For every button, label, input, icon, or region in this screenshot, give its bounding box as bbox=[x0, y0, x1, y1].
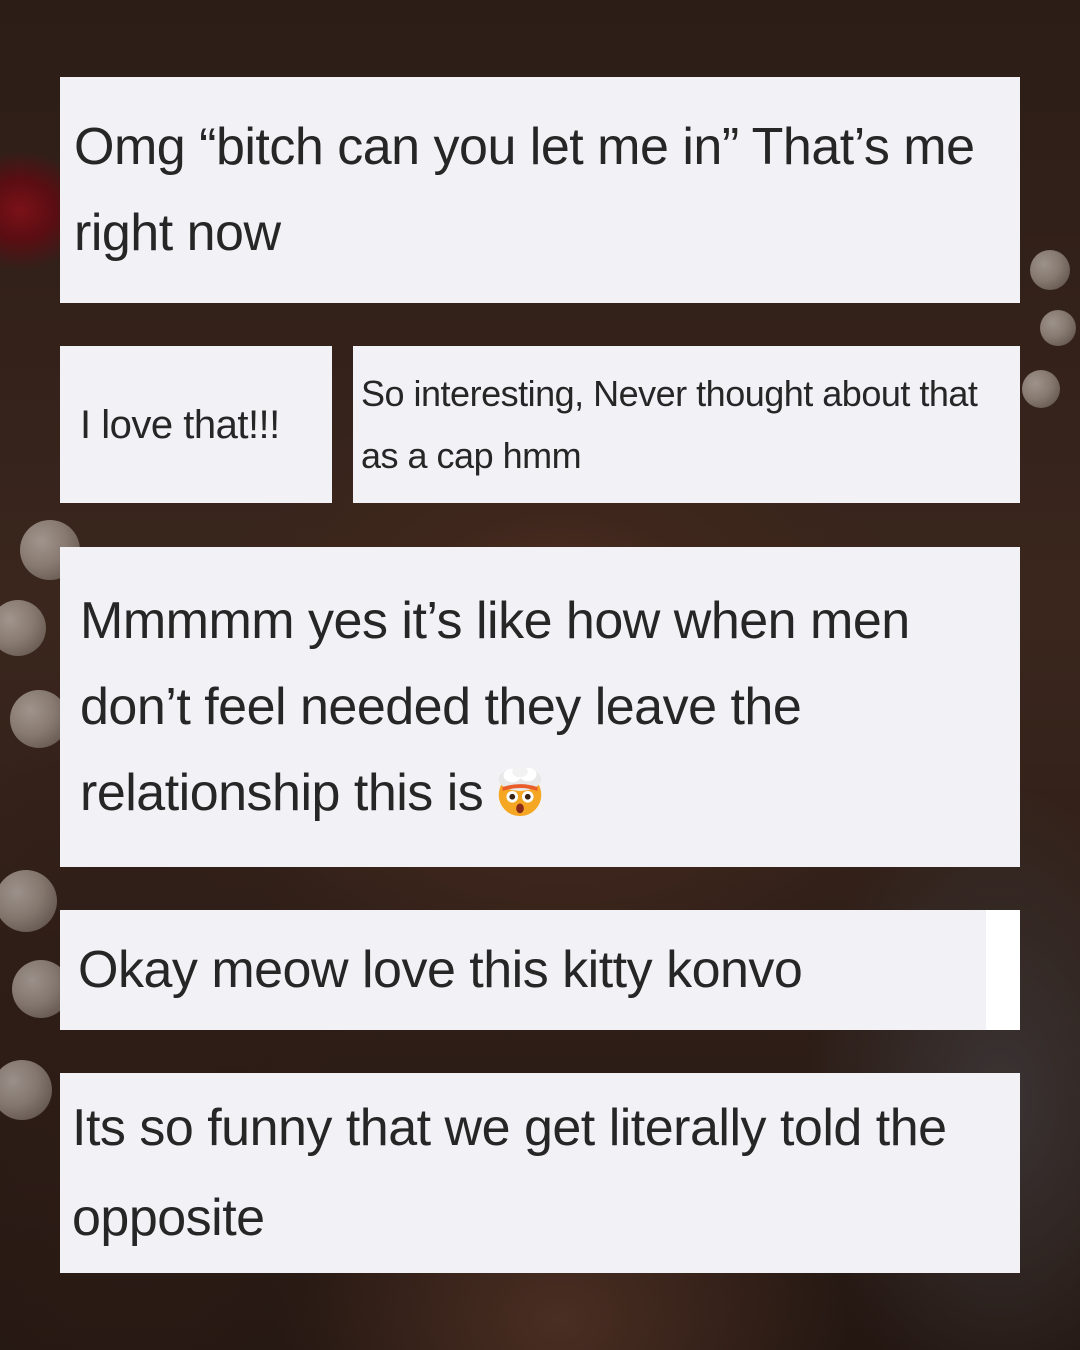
comment-card: Mmmmm yes it’s like how when men don’t f… bbox=[60, 547, 1020, 867]
comment-card: I love that!!! bbox=[60, 346, 332, 503]
comment-card: Its so funny that we get literally told … bbox=[60, 1073, 1020, 1273]
comment-text: Its so funny that we get literally told … bbox=[72, 1099, 947, 1247]
comment-text-wrap: Mmmmm yes it’s like how when men don’t f… bbox=[80, 578, 1000, 836]
exploding-head-icon bbox=[499, 765, 542, 817]
comment-text: Omg “bitch can you let me in” That’s me … bbox=[74, 118, 975, 262]
comment-text: So interesting, Never thought about that… bbox=[361, 372, 978, 476]
comment-card: So interesting, Never thought about that… bbox=[353, 346, 1020, 503]
comment-text: Okay meow love this kitty konvo bbox=[78, 941, 803, 999]
card-edge bbox=[986, 910, 1020, 1030]
comment-card: Omg “bitch can you let me in” That’s me … bbox=[60, 77, 1020, 303]
comment-text: I love that!!! bbox=[80, 402, 280, 447]
comment-card: Okay meow love this kitty konvo bbox=[60, 910, 1020, 1030]
